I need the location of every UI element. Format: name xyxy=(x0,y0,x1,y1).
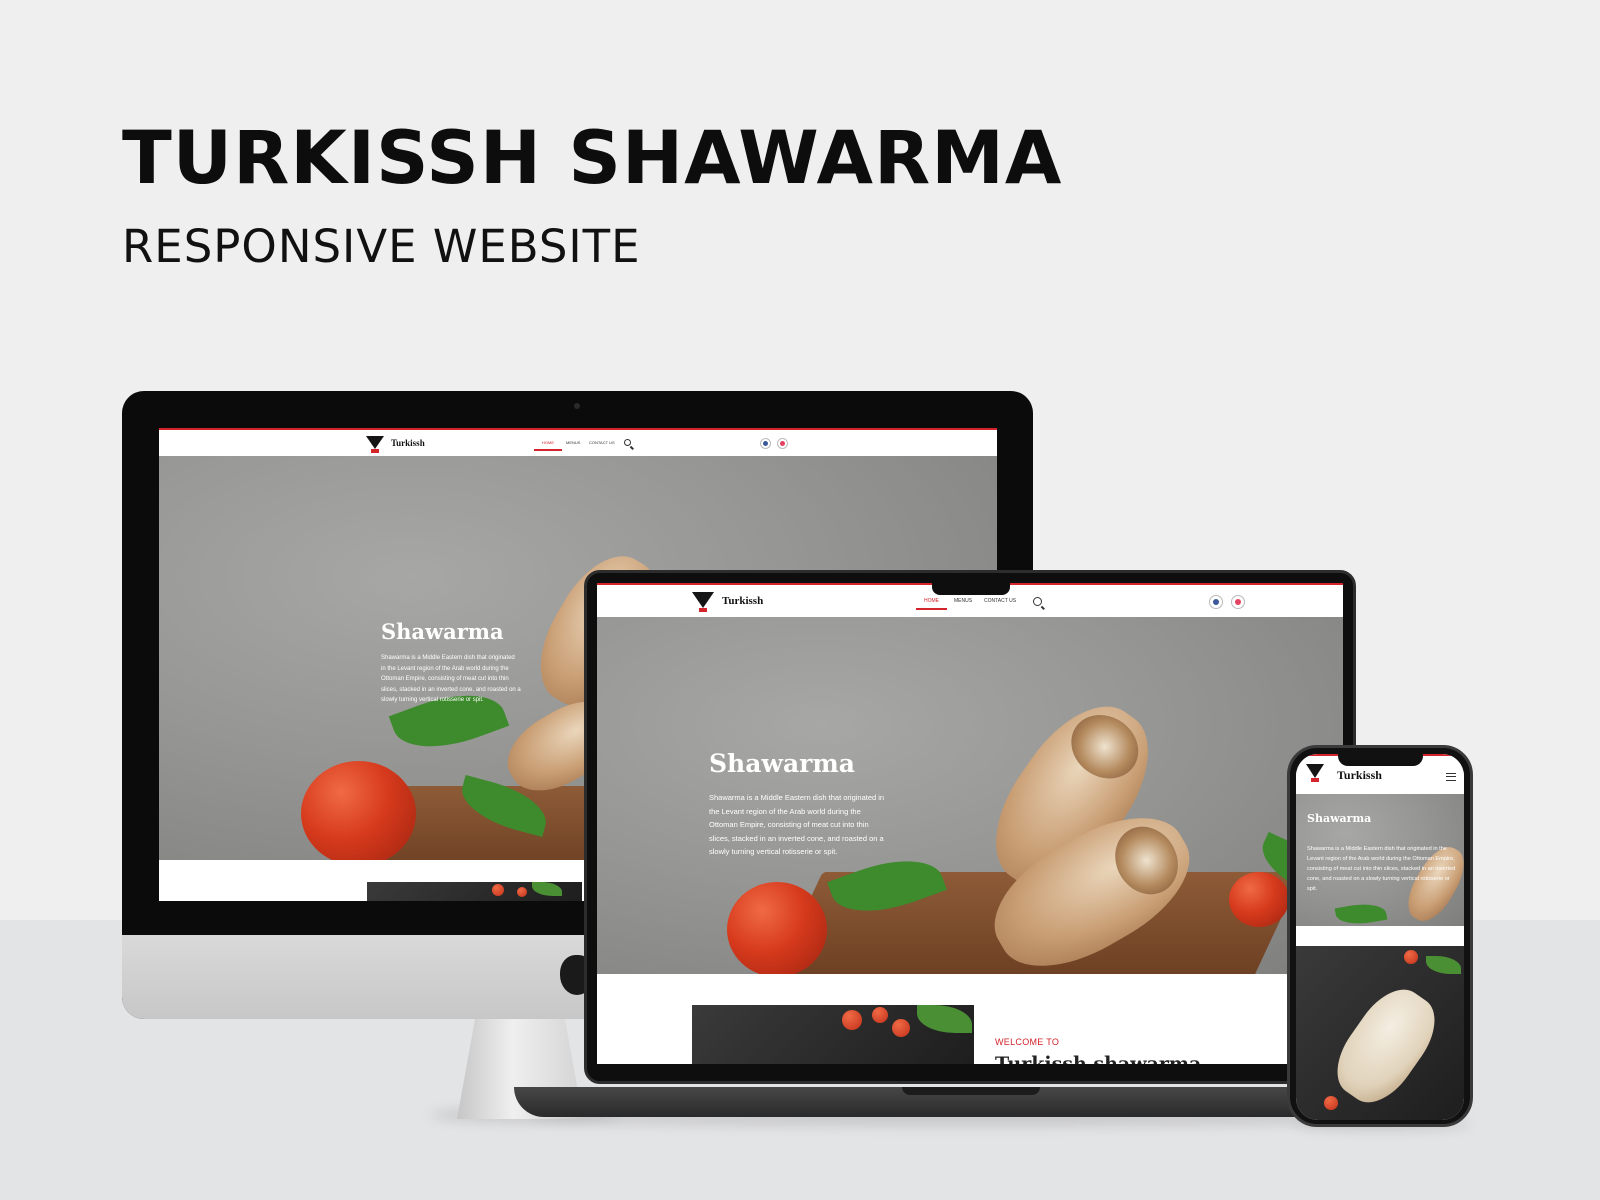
nav-menus[interactable]: MENUS xyxy=(566,440,580,445)
food-image xyxy=(367,882,582,901)
hero-title: Shawarma xyxy=(1307,812,1372,825)
brand-name[interactable]: Turkissh xyxy=(722,595,763,607)
nav-contact[interactable]: CONTACT US xyxy=(589,440,615,445)
brand-logo-icon[interactable] xyxy=(366,436,384,453)
mobile-site: Turkissh Shawarma Shawarma is a Middle E… xyxy=(1296,754,1464,1120)
tomato xyxy=(842,1010,862,1030)
food-image xyxy=(1296,946,1464,1120)
tomato xyxy=(517,887,527,897)
desktop-navbar: Turkissh HOME MENUS CONTACT US xyxy=(159,428,997,456)
brand-logo-icon[interactable] xyxy=(692,592,714,612)
arugula-leaf xyxy=(917,1005,972,1033)
hero-description: Shawarma is a Middle Eastern dish that o… xyxy=(381,655,521,703)
page-title: TURKISSH SHAWARMA xyxy=(122,116,1063,201)
imac-camera xyxy=(574,403,580,409)
laptop-camera-notch xyxy=(932,581,1010,595)
welcome-label: WELCOME TO xyxy=(995,1037,1060,1047)
brand-logo-icon[interactable] xyxy=(1306,764,1324,782)
facebook-icon[interactable] xyxy=(760,438,771,449)
instagram-icon[interactable] xyxy=(777,438,788,449)
menu-icon[interactable] xyxy=(1446,773,1456,781)
tomato xyxy=(1229,872,1289,927)
tomato xyxy=(892,1019,910,1037)
tomato xyxy=(1404,950,1418,964)
laptop-trackpad-notch xyxy=(902,1087,1040,1095)
tomato xyxy=(1324,1096,1338,1110)
tomato xyxy=(301,761,416,860)
welcome-heading: Turkissh shawarma xyxy=(995,1053,1202,1064)
brand-name[interactable]: Turkissh xyxy=(391,438,425,448)
instagram-icon[interactable] xyxy=(1231,595,1245,609)
search-icon[interactable] xyxy=(1033,597,1042,606)
laptop-hero: Shawarma Shawarma is a Middle Eastern di… xyxy=(597,617,1343,974)
nav-contact[interactable]: CONTACT US xyxy=(984,598,1016,604)
nav-menus[interactable]: MENUS xyxy=(954,598,972,604)
arugula-leaf xyxy=(1426,956,1461,974)
nav-home[interactable]: HOME xyxy=(534,440,562,451)
hero-description: Shawarma is a Middle Eastern dish that o… xyxy=(1307,846,1456,892)
grilled-wrap xyxy=(1322,976,1450,1116)
brand-name[interactable]: Turkissh xyxy=(1337,768,1382,783)
tomato xyxy=(727,882,827,974)
page-subtitle: RESPONSIVE WEBSITE xyxy=(122,220,641,273)
hero-title: Shawarma xyxy=(381,619,504,644)
tomato xyxy=(492,884,504,896)
arugula-leaf xyxy=(1334,899,1388,926)
hero-description: Shawarma is a Middle Eastern dish that o… xyxy=(709,793,885,856)
facebook-icon[interactable] xyxy=(1209,595,1223,609)
tomato xyxy=(872,1007,888,1023)
nav-home[interactable]: HOME xyxy=(916,598,947,610)
search-icon[interactable] xyxy=(624,439,631,446)
phone-notch xyxy=(1338,752,1423,766)
arugula-leaf xyxy=(532,882,562,896)
food-image xyxy=(692,1005,974,1064)
shawarma-filling xyxy=(1058,702,1151,792)
hero-title: Shawarma xyxy=(709,749,855,778)
mobile-hero: Shawarma Shawarma is a Middle Eastern di… xyxy=(1296,794,1464,926)
laptop-site: Turkissh HOME MENUS CONTACT US Shawarma … xyxy=(597,583,1343,1064)
